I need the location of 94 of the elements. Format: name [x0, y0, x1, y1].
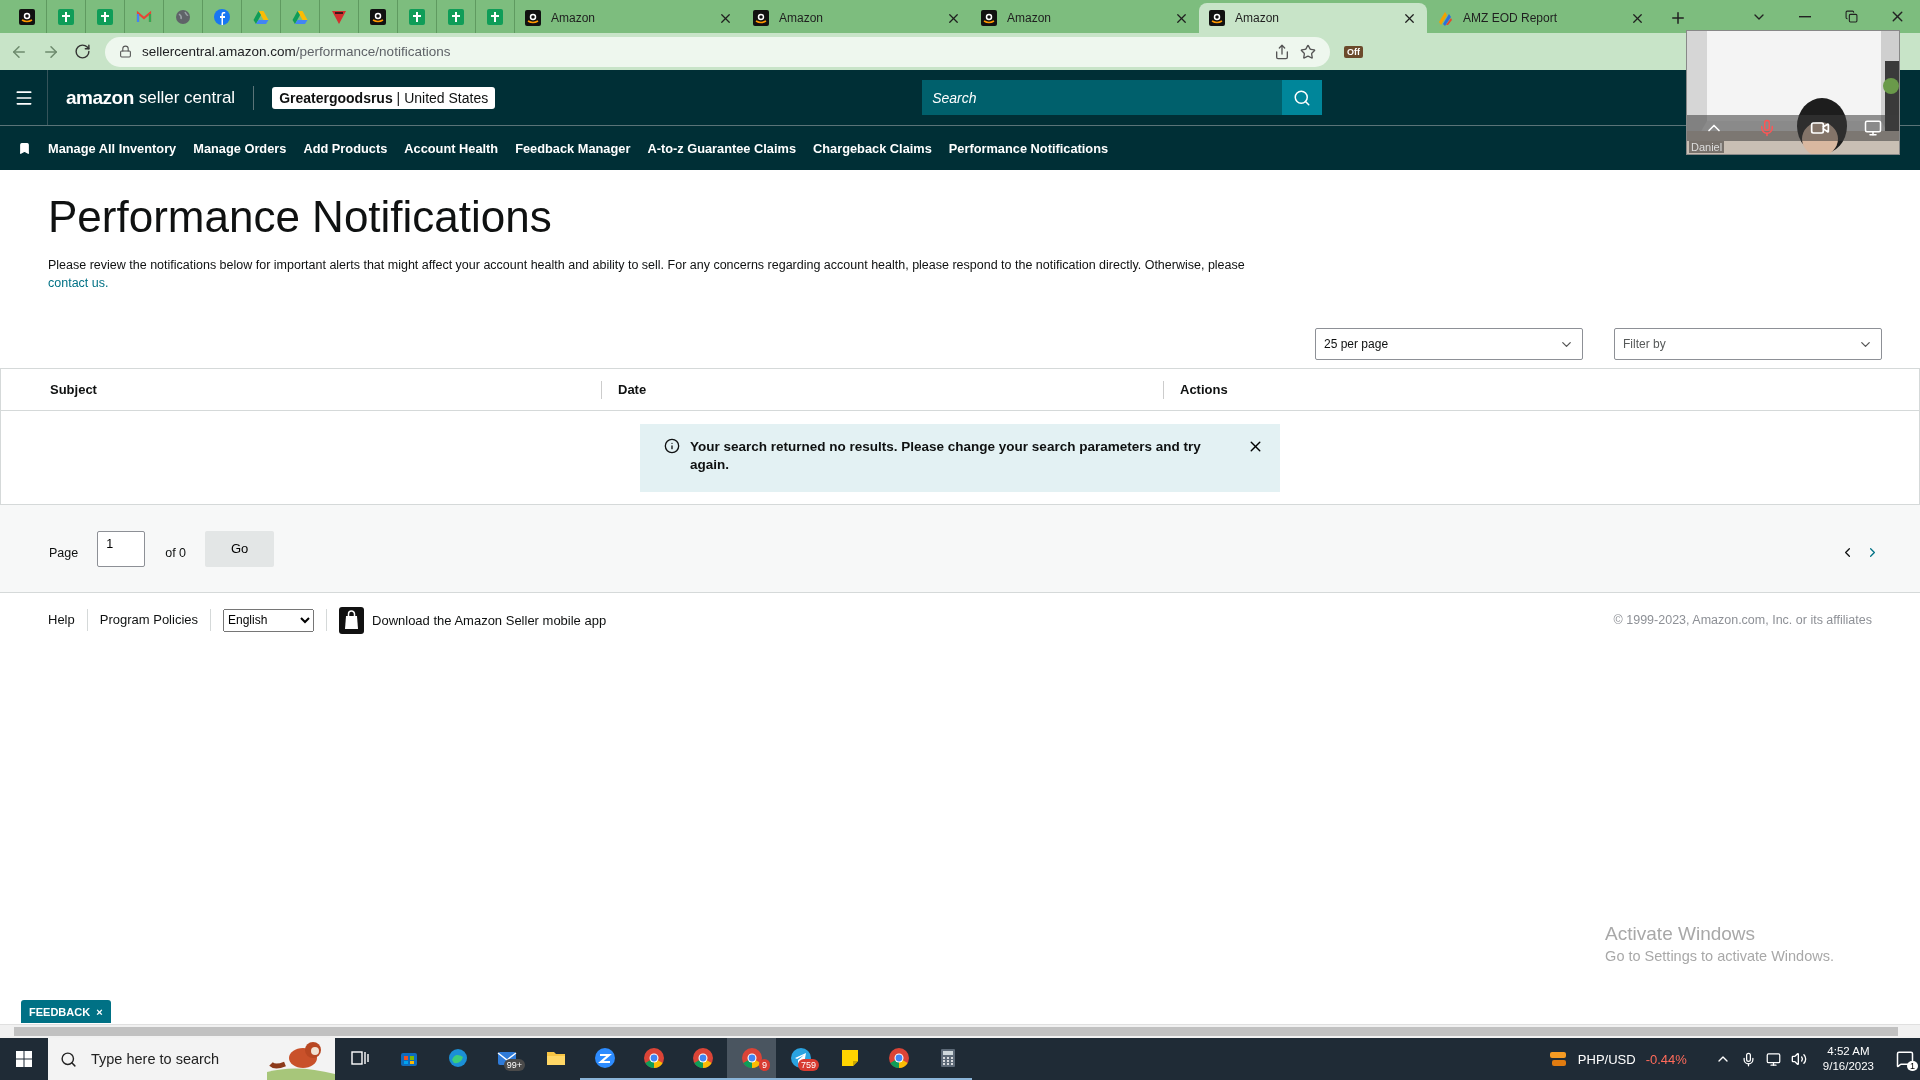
browser-tab[interactable]: AMZ EOD Report [1427, 3, 1655, 33]
browser-tab[interactable]: Amazon [971, 3, 1199, 33]
browser-tab[interactable]: Amazon [743, 3, 971, 33]
chrome-icon [740, 1047, 763, 1069]
volume-icon[interactable] [1790, 1051, 1807, 1067]
amazon-icon [1209, 10, 1225, 26]
share-screen-icon[interactable] [1864, 119, 1882, 137]
address-bar[interactable]: sellercentral.amazon.com/performance/notifications [105, 36, 1330, 67]
language-select[interactable]: English [223, 608, 314, 632]
filter-select[interactable]: Filter by [1614, 328, 1882, 360]
sheets-icon [487, 8, 503, 25]
nav-link[interactable]: A-to-z Guarantee Claims [647, 140, 796, 156]
sheets-icon [58, 8, 74, 25]
message-icon [1896, 1050, 1914, 1068]
page-label: Page [49, 545, 79, 560]
footer-link[interactable]: Help [48, 609, 88, 631]
shopping-bag-icon [339, 606, 364, 634]
chrome-icon [887, 1047, 910, 1069]
nav-link[interactable]: Feedback Manager [515, 140, 631, 156]
search-button[interactable] [1282, 80, 1323, 115]
page-description: Please review the notifications below for important alerts that might affect your account health and ability to sell. For any concerns regarding account health, please respond to the notification directly. Otherwise, please contact us. [48, 257, 1246, 292]
edge-icon [446, 1047, 469, 1069]
chrome-icon [642, 1047, 665, 1069]
column-header: Date [601, 380, 1163, 399]
drive-icon [253, 8, 269, 25]
page-input[interactable]: 1 [97, 530, 146, 567]
participant-name: Daniel [1689, 141, 1725, 153]
contact-link[interactable]: contact us. [48, 276, 109, 290]
browser-tab[interactable]: Amazon [515, 3, 743, 33]
chrome-icon [691, 1047, 714, 1069]
bookmark-star-icon[interactable] [1300, 43, 1316, 60]
share-icon[interactable] [1274, 43, 1290, 60]
horizontal-scrollbar[interactable] [0, 1024, 1920, 1038]
lock-icon [119, 45, 132, 58]
browser-tab[interactable]: Amazon [1199, 3, 1427, 33]
nav-link[interactable]: Chargeback Claims [813, 140, 932, 156]
store-selector[interactable]: Greatergoodsrus | United States [272, 86, 496, 109]
per-page-select[interactable]: 25 per page [1315, 328, 1583, 360]
page-title: Performance Notifications [48, 192, 553, 242]
reload-icon [74, 43, 91, 60]
column-header: Actions [1163, 380, 1919, 399]
nav-link[interactable]: Manage Orders [193, 140, 287, 156]
search-icon [60, 1050, 77, 1068]
zoom-icon [593, 1047, 616, 1069]
globe-icon [175, 8, 191, 25]
currency-icon [1547, 1049, 1568, 1069]
feedback-tab[interactable]: FEEDBACK × [21, 1000, 111, 1023]
sheets-icon [409, 8, 425, 25]
taskbar-app[interactable]: 9 [727, 1038, 776, 1080]
footer-link[interactable]: Program Policies [87, 609, 211, 631]
sheets-icon [97, 8, 113, 25]
activation-subtitle: Go to Settings to activate Windows. [1605, 948, 1834, 964]
taskbar-app[interactable]: 99+ [482, 1038, 531, 1080]
no-results-alert: Your search returned no results. Please change your search parameters and try again. [640, 423, 1280, 492]
copyright-text: © 1999-2023, Amazon.com, Inc. or its affiliates [1613, 613, 1872, 627]
facebook-icon [214, 8, 230, 25]
microphone-icon[interactable] [1740, 1051, 1756, 1067]
info-icon [664, 437, 680, 454]
amazon-icon [525, 10, 541, 26]
windows-icon [16, 1051, 32, 1067]
amazon-icon [19, 8, 35, 25]
nav-link[interactable]: Account Health [404, 140, 499, 156]
go-button[interactable]: Go [205, 530, 275, 567]
nav-link[interactable]: Add Products [303, 140, 388, 156]
triangle-icon [331, 8, 347, 25]
taskbar-clock[interactable]: 4:52 AM 9/16/2023 [1822, 1044, 1874, 1074]
network-icon[interactable] [1765, 1051, 1781, 1067]
plus-icon [1669, 9, 1687, 27]
bookmark-icon[interactable] [18, 141, 31, 155]
search-icon [1293, 88, 1312, 107]
column-header: Subject [49, 380, 98, 399]
amazon-icon [370, 8, 386, 25]
url-text: sellercentral.amazon.com/performance/notifications [142, 44, 451, 59]
page-total: of 0 [165, 545, 187, 560]
ticker-name: PHP/USD [1577, 1051, 1636, 1067]
extension-badge[interactable]: Off [1344, 45, 1363, 58]
mobile-app-link[interactable]: Download the Amazon Seller mobile app [339, 606, 607, 634]
amazon-icon [981, 10, 997, 26]
drive-icon [292, 8, 308, 25]
seller-central-logo[interactable]: amazon seller central [48, 85, 255, 110]
nav-link[interactable]: Manage All Inventory [48, 140, 177, 156]
ticker-change: -0.44% [1645, 1051, 1687, 1067]
search-field[interactable]: Search [922, 80, 1283, 115]
report-icon [1437, 10, 1453, 26]
restore-icon [1844, 10, 1858, 23]
minimize-icon [1799, 15, 1811, 18]
nav-link[interactable]: Performance Notifications [948, 140, 1109, 156]
amazon-icon [753, 10, 769, 26]
mail-icon [136, 8, 152, 25]
taskbar-search-field[interactable]: Type here to search [48, 1038, 335, 1080]
sheets-icon [448, 8, 464, 25]
taskbar-app[interactable]: 759 [776, 1038, 825, 1080]
activation-title: Activate Windows [1605, 923, 1757, 945]
reload-button[interactable] [74, 43, 91, 60]
